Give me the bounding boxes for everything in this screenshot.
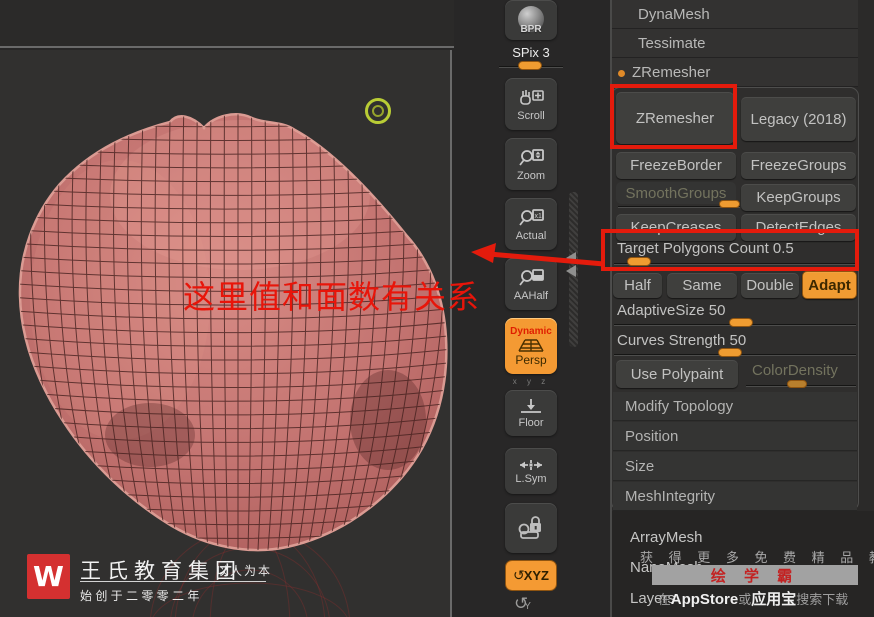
watermark-brand: 绘 学 霸 (710, 567, 800, 585)
annotation-rect-target-polygons (601, 229, 859, 271)
brand-divider (80, 581, 266, 582)
company-slogan: 以人为本 (216, 564, 273, 578)
annotation-rect-zremesher (610, 84, 737, 149)
watermark-line3: 在AppStore或应用宝搜索下载 (636, 588, 870, 609)
watermark-bar: 绘 学 霸 (652, 565, 858, 585)
wm3-part: 在 (657, 592, 671, 607)
wm3-part: 搜索下载 (796, 592, 849, 607)
pivot-indicator-inner (372, 105, 384, 117)
watermark-line1: 获 得 更 多 免 费 精 品 教 程 (640, 550, 874, 565)
pivot-indicator-icon (365, 98, 391, 124)
wm3-part: 应用宝 (751, 591, 797, 608)
wm3-part: AppStore (670, 591, 739, 608)
zbrush-window: W 王氏教育集团 以人为本 始 创 于 二 零 零 二 年 BPR SPix 3… (0, 0, 874, 617)
annotation-text: 这里值和面数有关系 (183, 279, 481, 315)
zremesher-open-dot-icon (618, 70, 625, 77)
wm3-part: 或 (738, 592, 752, 607)
company-founded: 始 创 于 二 零 零 二 年 (80, 589, 200, 603)
logo-letter: W (33, 560, 64, 593)
company-logo: W (27, 554, 70, 599)
